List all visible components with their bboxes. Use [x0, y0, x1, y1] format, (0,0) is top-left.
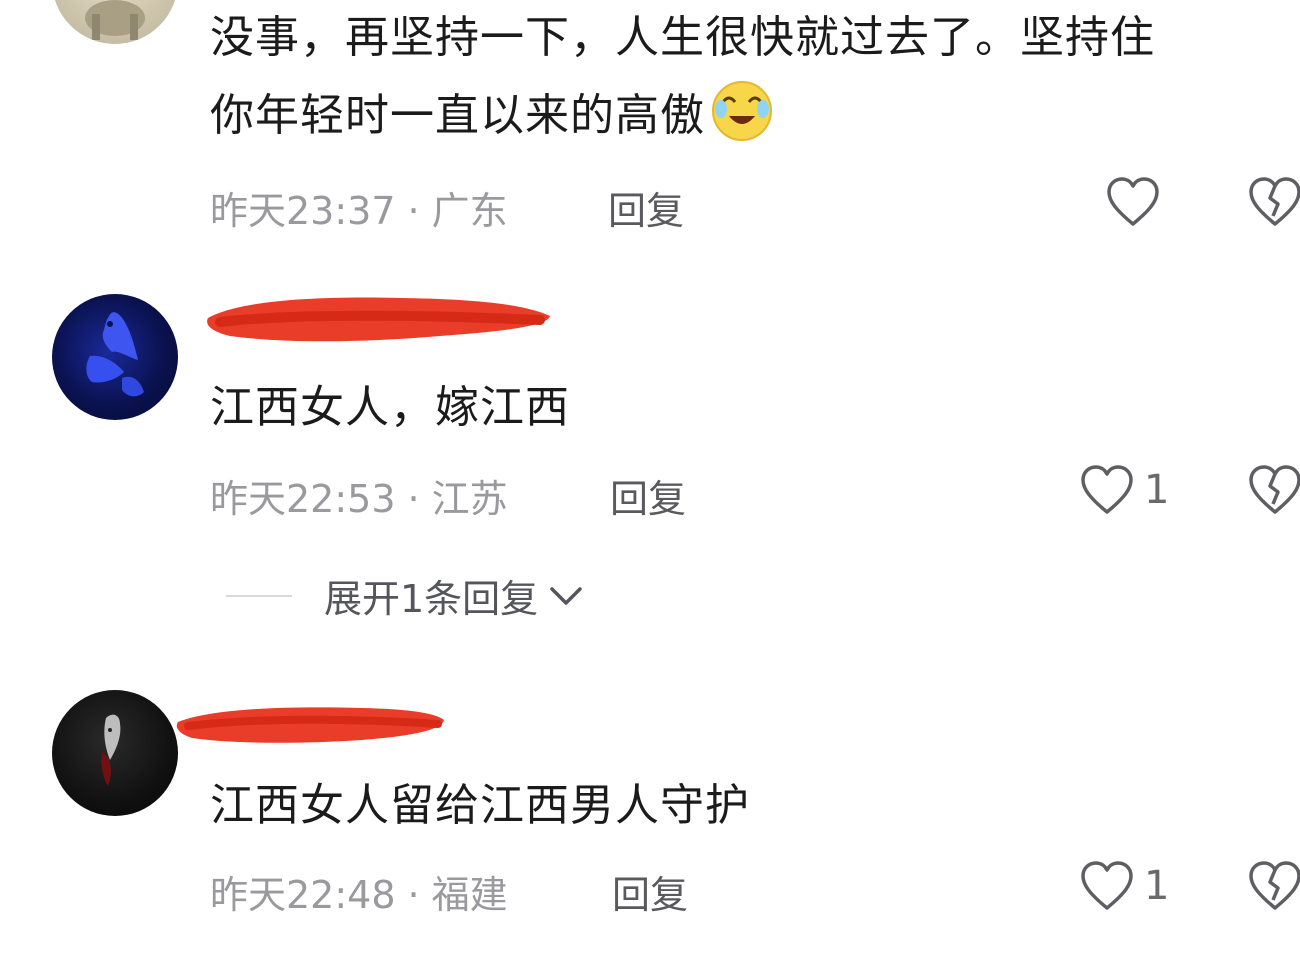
expand-replies-label: 展开1条回复 — [324, 577, 539, 621]
broken-heart-icon — [1249, 861, 1300, 910]
reply-button[interactable]: 回复 — [612, 864, 688, 919]
comment-item-3: 江西女人留给江西男人守护 昨天22:48 · 福建 回复 1 — [0, 688, 1300, 956]
avatar-image-icon — [101, 714, 121, 786]
comment-text: 江西女人留给江西男人守护 — [210, 780, 750, 831]
meta-separator: · — [407, 873, 420, 917]
like-button[interactable] — [1106, 176, 1160, 228]
comment-text: 没事，再坚持一下，人生很快就过去了。坚持住 — [210, 12, 1155, 63]
dislike-button[interactable] — [1248, 464, 1300, 520]
expand-divider — [226, 594, 292, 597]
username-redaction — [172, 700, 452, 752]
expand-replies-button[interactable]: 展开1条回复 — [226, 568, 586, 623]
avatar-image-icon — [85, 0, 145, 40]
chevron-down-icon — [550, 586, 582, 605]
reply-button[interactable]: 回复 — [610, 468, 686, 523]
comment-time: 昨天23:37 — [210, 189, 396, 233]
dislike-button[interactable] — [1248, 176, 1300, 232]
avatar[interactable] — [52, 0, 178, 44]
like-button[interactable]: 1 — [1080, 860, 1169, 912]
comment-text-line2: 你年轻时一直以来的高傲 — [210, 76, 1300, 154]
like-count: 1 — [1144, 863, 1170, 909]
comment-meta: 昨天23:37 · 广东 — [210, 180, 508, 235]
laughing-crying-emoji-icon — [709, 76, 775, 142]
broken-heart-icon — [1249, 465, 1300, 514]
heart-outline-icon — [1107, 177, 1159, 226]
comment-time: 昨天22:48 — [210, 873, 396, 917]
avatar[interactable] — [52, 690, 178, 816]
comment-location: 广东 — [431, 189, 508, 233]
reply-button[interactable]: 回复 — [608, 180, 684, 235]
like-button[interactable]: 1 — [1080, 464, 1169, 516]
comment-meta: 昨天22:53 · 江苏 — [210, 468, 508, 523]
comment-location: 江苏 — [431, 477, 508, 521]
comment-text: 江西女人，嫁江西 — [210, 382, 570, 433]
comment-location: 福建 — [431, 873, 508, 917]
comment-time: 昨天22:53 — [210, 477, 396, 521]
username-redaction — [200, 292, 560, 352]
like-count: 1 — [1144, 467, 1170, 513]
avatar[interactable] — [52, 294, 178, 420]
heart-outline-icon — [1081, 465, 1133, 514]
avatar-image-icon — [86, 312, 144, 397]
dislike-button[interactable] — [1248, 860, 1300, 916]
heart-outline-icon — [1081, 861, 1133, 910]
comment-item-2: 江西女人，嫁江西 昨天22:53 · 江苏 回复 1 — [0, 290, 1300, 590]
comment-item-1: 没事，再坚持一下，人生很快就过去了。坚持住 你年轻时一直以来的高傲 昨天23:3… — [0, 0, 1300, 260]
comment-meta: 昨天22:48 · 福建 — [210, 864, 508, 919]
meta-separator: · — [407, 477, 420, 521]
broken-heart-icon — [1249, 177, 1300, 226]
meta-separator: · — [407, 189, 420, 233]
